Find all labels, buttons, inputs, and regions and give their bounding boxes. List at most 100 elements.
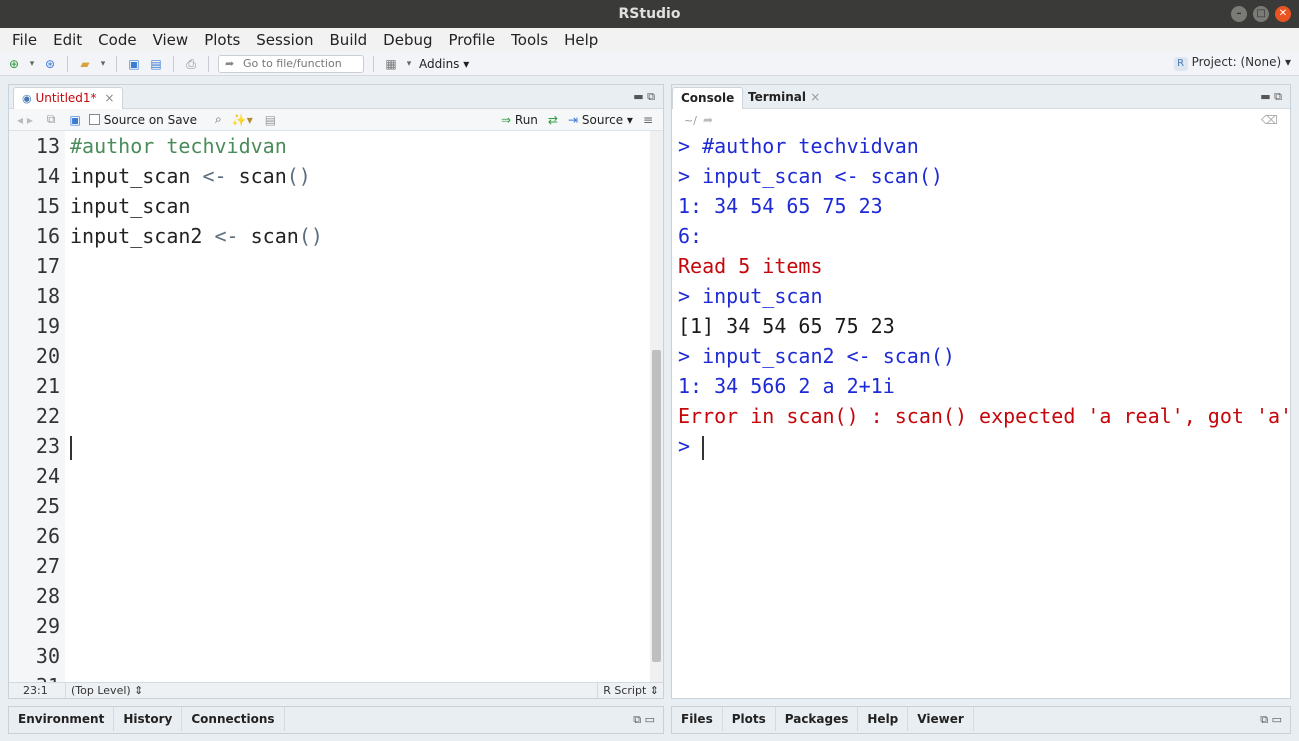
new-project-icon[interactable]: ⊛ [42,56,58,72]
show-in-window-icon[interactable]: ⧉ [47,112,56,127]
console-lines[interactable]: > #author techvidvan > input_scan <- scan… [678,131,1290,698]
code-line[interactable] [70,551,649,581]
menu-profile[interactable]: Profile [441,31,504,49]
save-icon[interactable]: ▣ [69,113,80,127]
code-line[interactable] [70,251,649,281]
console-line: > input_scan <- scan() [678,164,943,188]
tab-label: Untitled1* [35,91,97,105]
line-gutter: 13 14 15 16 17 18 19 20 21 22 23 24 25 26 27 28 29 30 31 [9,131,65,682]
console-pane: Console Terminal × ▬ ⧉ ~/ ➦ ⌫ > #author … [671,84,1291,699]
line-number: 24 [35,464,60,488]
close-tab-icon[interactable]: × [104,91,114,105]
print-icon[interactable]: ⎙ [183,56,199,72]
menu-view[interactable]: View [145,31,197,49]
menu-session[interactable]: Session [248,31,321,49]
code-line[interactable] [70,431,649,461]
tab-console[interactable]: Console [672,87,744,109]
tab-files[interactable]: Files [672,707,723,731]
line-number: 22 [35,404,60,428]
toolbar-divider [173,55,174,72]
code-token: input_scan2 [70,224,215,248]
code-lines[interactable]: #author techvidvan input_scan <- scan() in… [70,131,649,682]
code-line[interactable] [70,641,649,671]
tab-environment[interactable]: Environment [9,707,115,731]
tab-viewer[interactable]: Viewer [908,707,974,731]
maximize-icon[interactable]: □ [1253,6,1269,22]
pane-window-controls[interactable]: ⧉ ▭ [633,713,655,727]
minimize-icon[interactable]: – [1231,6,1247,22]
menu-tools[interactable]: Tools [503,31,556,49]
menu-edit[interactable]: Edit [45,31,90,49]
code-line[interactable] [70,611,649,641]
outline-icon[interactable]: ≡ [643,113,653,127]
addins-menu[interactable]: Addins ▾ [419,57,469,71]
pane-window-controls[interactable]: ⧉ ▭ [1260,713,1282,727]
file-type-selector[interactable]: R Script ⇕ [597,683,659,698]
scope-selector[interactable]: (Top Level) ⇕ [71,683,143,698]
code-line[interactable]: #author techvidvan [70,131,649,161]
menu-help[interactable]: Help [556,31,606,49]
console-prompt[interactable]: > [678,431,1290,461]
search-icon[interactable]: ⌕ [215,112,222,127]
code-line[interactable] [70,401,649,431]
save-icon[interactable]: ▣ [126,56,142,72]
code-line[interactable] [70,581,649,611]
open-folder-icon[interactable]: ▰ [77,56,93,72]
new-file-icon[interactable]: ⊕ [6,56,22,72]
code-line[interactable] [70,341,649,371]
text-cursor [70,435,72,460]
code-line[interactable] [70,491,649,521]
back-forward-icon[interactable]: ◂ ▸ [17,113,33,127]
pane-window-controls[interactable]: ▬ ⧉ [633,90,655,104]
editor-scrollbar[interactable] [650,131,663,682]
close-tab-icon[interactable]: × [810,90,820,104]
menu-debug[interactable]: Debug [375,31,440,49]
save-all-icon[interactable]: ▤ [148,56,164,72]
rerun-icon[interactable]: ⇄ [548,113,558,127]
code-line[interactable] [70,521,649,551]
tab-help[interactable]: Help [858,707,909,731]
tab-history[interactable]: History [114,707,183,731]
chevron-down-icon[interactable]: ▾ [28,56,36,72]
source-button[interactable]: ⇥ Source ▾ [568,113,633,127]
goto-file-input[interactable]: ➦ Go to file/function [218,54,364,73]
menu-plots[interactable]: Plots [196,31,248,49]
compile-report-icon[interactable]: ▤ [265,113,276,127]
close-icon[interactable]: ✕ [1275,6,1291,22]
console-output[interactable]: > #author techvidvan > input_scan <- scan… [672,131,1290,698]
menu-build[interactable]: Build [322,31,376,49]
tab-terminal[interactable]: Terminal × [740,87,828,109]
code-line[interactable] [70,671,649,682]
source-on-save-checkbox[interactable] [88,114,100,125]
code-line[interactable]: input_scan2 <- scan() [70,221,649,251]
line-number: 15 [35,194,60,218]
tab-packages[interactable]: Packages [776,707,859,731]
tab-plots[interactable]: Plots [723,707,776,731]
grid-layout-icon[interactable]: ▦ [383,56,399,72]
go-to-dir-icon[interactable]: ➦ [703,113,713,127]
code-editor[interactable]: 13 14 15 16 17 18 19 20 21 22 23 24 25 26 27 28 29 30 31 #… [9,131,663,682]
menu-file[interactable]: File [4,31,45,49]
code-token: scan [238,224,299,248]
run-button[interactable]: ⇒ Run [501,113,538,127]
project-menu[interactable]: R Project: (None) ▾ [1173,55,1291,71]
clear-console-icon[interactable]: ⌫ [1261,113,1278,127]
chevron-down-icon[interactable]: ▾ [405,56,413,72]
tab-connections[interactable]: Connections [182,707,285,731]
pane-window-controls[interactable]: ▬ ⧉ [1260,90,1282,104]
goto-placeholder: Go to file/function [243,56,342,70]
tab-untitled1[interactable]: ◉ Untitled1* × [13,87,124,109]
code-line[interactable] [70,461,649,491]
code-line[interactable]: input_scan <- scan() [70,161,649,191]
environment-pane: Environment History Connections ⧉ ▭ [8,706,664,734]
chevron-down-icon[interactable]: ▾ [99,56,107,72]
scrollbar-thumb[interactable] [652,350,661,662]
code-tools-wand-icon[interactable]: ✨▾ [232,113,253,127]
code-line[interactable] [70,281,649,311]
code-line[interactable]: input_scan [70,191,649,221]
menu-code[interactable]: Code [90,31,144,49]
code-line[interactable] [70,371,649,401]
line-number: 26 [35,524,60,548]
source-arrow-icon: ⇥ [567,112,579,127]
code-line[interactable] [70,311,649,341]
